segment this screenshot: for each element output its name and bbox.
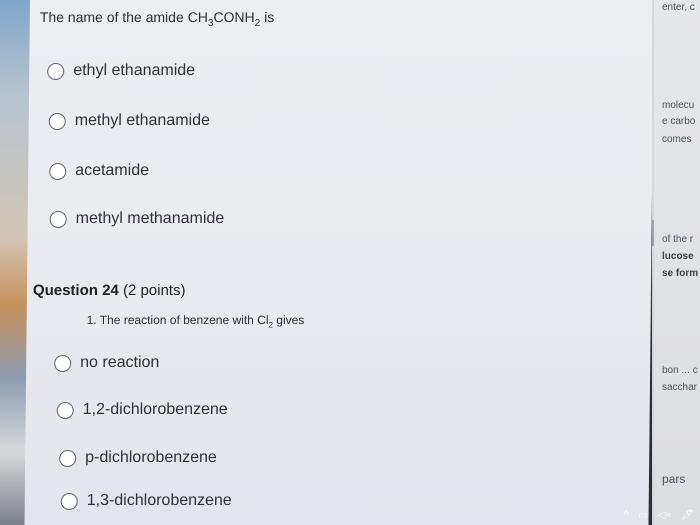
side-snippet: e carbo: [662, 116, 696, 127]
side-snippet: enter, c: [662, 2, 695, 13]
question-24-prompt: 1. The reaction of benzene with Cl2 give…: [87, 313, 305, 329]
side-snippet: se form: [662, 268, 699, 279]
option-label: methyl methanamide: [75, 210, 225, 227]
option-methyl-methanamide[interactable]: methyl methanamide: [49, 210, 225, 228]
side-snippet: bon ... c: [662, 365, 698, 376]
option-label: p-dichlorobenzene: [85, 449, 217, 466]
option-methyl-ethanamide[interactable]: methyl ethanamide: [48, 112, 211, 130]
prompt-text: is: [260, 9, 275, 25]
option-label: 1,2-dichlorobenzene: [82, 401, 228, 418]
radio-button[interactable]: [48, 112, 66, 130]
radio-button[interactable]: [56, 401, 74, 419]
side-snippet: molecu: [662, 100, 695, 111]
radio-button[interactable]: [47, 62, 65, 80]
radio-button[interactable]: [49, 162, 67, 180]
volume-mute-icon[interactable]: ◁×: [658, 510, 672, 521]
option-label: methyl ethanamide: [74, 112, 211, 129]
battery-icon[interactable]: ▭: [638, 510, 647, 521]
radio-button[interactable]: [54, 354, 72, 372]
side-snippet: sacchar: [662, 382, 698, 393]
option-acetamide[interactable]: acetamide: [49, 162, 149, 180]
prompt-text: The name of the amide CH: [39, 9, 208, 25]
option-1-2-dichlorobenzene[interactable]: 1,2-dichlorobenzene: [56, 401, 228, 419]
option-label: no reaction: [80, 354, 160, 371]
pen-icon[interactable]: 🖊: [681, 510, 694, 521]
quiz-page: The name of the amide CH3CONH2 is ethyl …: [24, 0, 676, 525]
prompt-text: gives: [272, 313, 305, 327]
option-p-dichlorobenzene[interactable]: p-dichlorobenzene: [59, 449, 217, 467]
option-label: ethyl ethanamide: [73, 62, 196, 79]
radio-button[interactable]: [49, 210, 67, 228]
option-1-3-dichlorobenzene[interactable]: 1,3-dichlorobenzene: [60, 492, 232, 510]
question-number: Question 24: [32, 282, 119, 299]
option-label: acetamide: [75, 162, 150, 179]
option-no-reaction[interactable]: no reaction: [54, 354, 159, 372]
prompt-text: 1. The reaction of benzene with Cl: [86, 313, 269, 327]
chevron-up-icon[interactable]: ^: [624, 510, 629, 521]
question-23-prompt: The name of the amide CH3CONH2 is: [40, 9, 275, 29]
question-points: (2 points): [118, 282, 186, 299]
question-24-heading: Question 24 (2 points): [33, 282, 186, 299]
option-ethyl-ethanamide[interactable]: ethyl ethanamide: [47, 62, 195, 80]
radio-button[interactable]: [59, 449, 77, 467]
prompt-text: CONH: [213, 9, 255, 25]
side-snippet: pars: [662, 472, 686, 486]
side-panel: enter, c molecu e carbo comes of the r l…: [654, 0, 700, 525]
radio-button[interactable]: [60, 492, 78, 510]
option-label: 1,3-dichlorobenzene: [86, 492, 232, 509]
side-snippet: lucose: [662, 251, 694, 262]
side-snippet: comes: [662, 134, 692, 145]
system-tray: ^ ▭ ◁× 🖊: [624, 510, 694, 521]
side-snippet: of the r: [662, 234, 694, 245]
